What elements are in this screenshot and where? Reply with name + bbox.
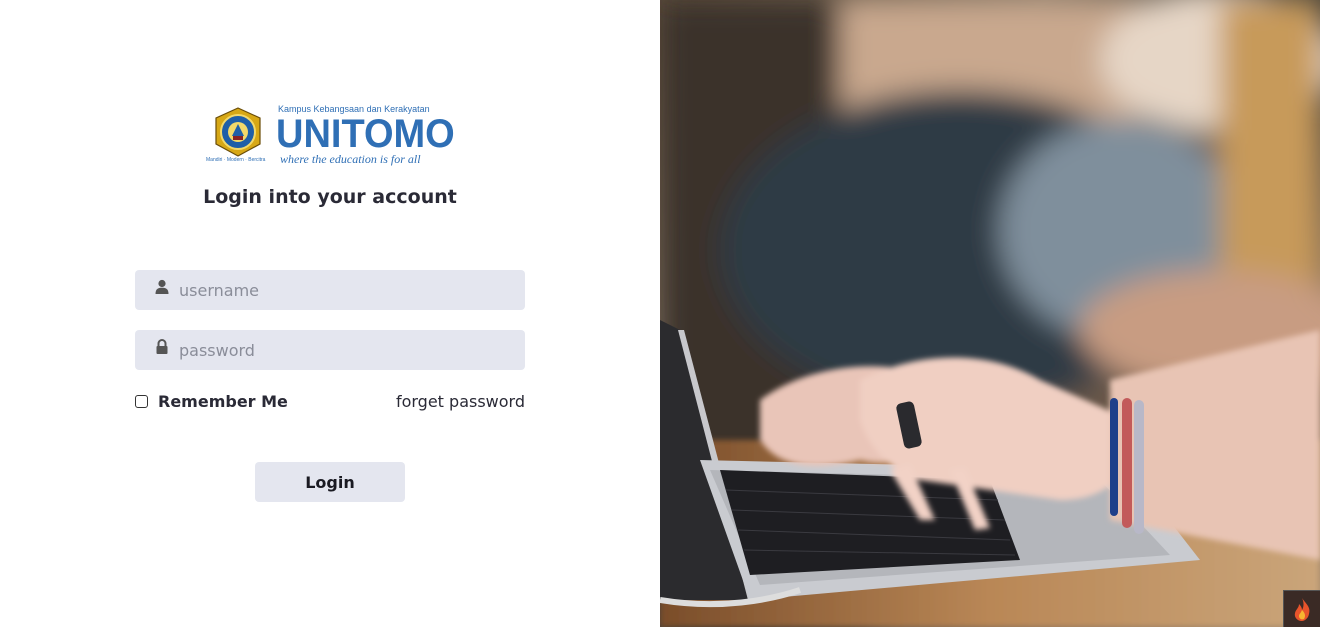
unitomo-seal-icon bbox=[215, 107, 261, 157]
hero-image bbox=[660, 0, 1320, 627]
logo-motto: where the education is for all bbox=[280, 152, 421, 166]
logo-brand: UNITOMO bbox=[276, 112, 455, 156]
remember-me-checkbox[interactable] bbox=[135, 394, 148, 408]
lock-icon bbox=[156, 339, 168, 354]
corner-widget[interactable] bbox=[1283, 590, 1320, 627]
username-input[interactable] bbox=[179, 270, 509, 310]
unitomo-logo: Kampus Kebangsaan dan Kerakyatan UNITOMO… bbox=[206, 104, 456, 168]
forget-password-link[interactable]: forget password bbox=[396, 392, 525, 411]
remember-me-label[interactable]: Remember Me bbox=[158, 392, 288, 411]
flame-icon bbox=[1294, 598, 1310, 621]
hands-typing-on-laptop-photo bbox=[660, 0, 1320, 627]
login-title: Login into your account bbox=[203, 186, 457, 208]
username-field bbox=[135, 270, 525, 310]
seal-tagline: Mandiri · Modern · Bercitra bbox=[206, 157, 266, 163]
remember-me[interactable]: Remember Me bbox=[135, 391, 288, 411]
user-icon bbox=[155, 279, 169, 294]
login-button[interactable]: Login bbox=[255, 462, 405, 502]
login-panel: Kampus Kebangsaan dan Kerakyatan UNITOMO… bbox=[0, 0, 660, 627]
password-field bbox=[135, 330, 525, 370]
password-input[interactable] bbox=[179, 330, 509, 370]
